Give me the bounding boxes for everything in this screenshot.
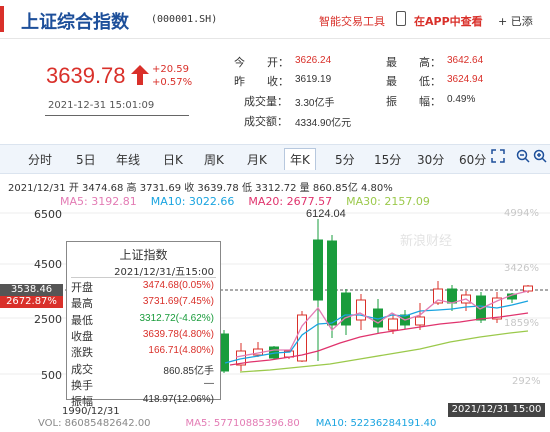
candle-body xyxy=(356,299,366,321)
watermark-text: 新浪财经 xyxy=(400,233,452,249)
right-label-292: 292% xyxy=(512,376,541,387)
tooltip-row-label: 开盘 xyxy=(71,281,93,294)
period-tabs: 分时 5日 年线 日K 周K 月K 年K 5分 15分 30分 60分 xyxy=(0,144,550,174)
vol-value: VOL: 86085482642.00 xyxy=(38,418,151,429)
period-tab[interactable]: 分时 xyxy=(28,151,52,168)
added-button[interactable]: + 已添 xyxy=(498,13,533,29)
y-label-500: 500 xyxy=(41,369,62,382)
quote-field-value: 3624.94 xyxy=(447,74,484,85)
quote-field-value: 3626.24 xyxy=(295,55,332,66)
end-date-tag: 2021/12/31 15:00 xyxy=(448,403,545,417)
phone-icon xyxy=(396,11,406,26)
candles xyxy=(219,219,533,373)
up-arrow-icon xyxy=(131,65,149,85)
tooltip-row-value: 3639.78(4.80%) xyxy=(142,328,214,340)
ma30-line xyxy=(239,330,529,373)
period-tab[interactable]: 30分 xyxy=(417,151,444,168)
current-price-tag: 3538.46 xyxy=(0,284,63,296)
price-change: +20.59 +0.57% xyxy=(152,63,192,89)
tooltip-row-value: 3312.72(-4.62%) xyxy=(139,312,215,324)
tooltip-row-value: 3731.69(7.45%) xyxy=(142,296,214,308)
period-tab[interactable]: 周K xyxy=(204,151,224,168)
quote-field-label: 成交量： xyxy=(244,95,288,108)
right-label-1859: 1859% xyxy=(504,318,539,329)
period-tab[interactable]: 日K xyxy=(163,151,183,168)
ohlc-info-line: 2021/12/31 开 3474.68 高 3731.69 收 3639.78… xyxy=(8,183,393,194)
candle-body xyxy=(447,288,457,304)
tooltip-row-label: 成交 xyxy=(71,362,93,376)
volume-info: VOL: 86085482642.00 MA5: 57710885396.80 … xyxy=(38,418,436,429)
tooltip-row-label: 换手 xyxy=(71,378,93,392)
datetime-underline xyxy=(45,115,189,116)
tooltip-row-label: 最低 xyxy=(71,313,93,327)
candle-body xyxy=(313,239,323,301)
tooltip-date: 2021/12/31/五15:00 xyxy=(114,267,214,278)
stock-code: (000001.SH) xyxy=(151,14,218,25)
period-tab[interactable]: 5分 xyxy=(335,151,355,168)
tooltip-row-value: — xyxy=(204,377,214,389)
quote-field-label: 振 幅： xyxy=(386,95,441,108)
view-in-app-link[interactable]: 在APP中查看 xyxy=(414,13,483,29)
tooltip-divider xyxy=(71,277,216,278)
quote-field-value: 3.30亿手 xyxy=(295,98,335,109)
tooltip-row-value: 860.85亿手 xyxy=(163,365,214,377)
max-price-label: 6124.04 xyxy=(306,208,346,220)
kline-tooltip: 上证指数 2021/12/31/五15:00 开盘 3474.68(0.05%) 最… xyxy=(66,241,221,408)
change-percent: +0.57% xyxy=(152,77,193,88)
right-label-3426: 3426% xyxy=(504,263,539,274)
right-label-4994: 4994% xyxy=(504,208,539,219)
tooltip-row-label: 最高 xyxy=(71,297,93,311)
tooltip-row-label: 振幅 xyxy=(71,395,93,409)
vol-ma10: MA10: 52236284191.40 xyxy=(315,418,437,429)
tooltip-row-value: 418.97(12.06%) xyxy=(142,394,214,406)
period-tab[interactable]: 年线 xyxy=(116,151,140,168)
change-value: +20.59 xyxy=(152,64,190,75)
quote-field-label: 最 高： xyxy=(386,56,441,69)
period-tab[interactable]: 月K xyxy=(247,151,267,168)
accent-bar xyxy=(0,6,4,32)
smart-trade-tool-link[interactable]: 智能交易工具 xyxy=(319,13,385,29)
quote-field-label: 今 开： xyxy=(234,56,289,69)
current-percent-tag: 2672.87% xyxy=(0,296,63,308)
tooltip-title: 上证指数 xyxy=(119,248,168,262)
vol-ma5: MA5: 57710885396.80 xyxy=(185,418,300,429)
tooltip-row-label: 涨跌 xyxy=(71,346,93,360)
tooltip-row-value: 3474.68(0.05%) xyxy=(142,280,214,291)
zoom-in-icon[interactable] xyxy=(533,149,547,163)
quote-field-label: 最 低： xyxy=(386,75,441,88)
tooltip-row-value: 166.71(4.80%) xyxy=(148,345,214,357)
quote-field-value: 3619.19 xyxy=(295,74,332,85)
quote-field-value: 3642.64 xyxy=(447,55,484,66)
y-label-4500: 4500 xyxy=(34,258,62,271)
y-label-2500: 2500 xyxy=(34,313,62,326)
y-label-6500: 6500 xyxy=(34,208,62,221)
tooltip-row-label: 收盘 xyxy=(71,329,93,343)
page-title: 上证综合指数 xyxy=(21,12,129,33)
quote-field-label: 昨 收： xyxy=(234,75,289,88)
period-tab[interactable]: 15分 xyxy=(374,151,401,168)
candle-body xyxy=(523,285,533,292)
period-tab[interactable]: 5日 xyxy=(76,151,96,168)
header-divider xyxy=(0,38,550,39)
fullscreen-icon[interactable] xyxy=(491,149,505,163)
current-price: 3639.78 xyxy=(46,63,126,88)
quote-field-label: 成交额： xyxy=(244,115,288,128)
period-tab[interactable]: 60分 xyxy=(459,151,486,168)
quote-field-value: 0.49% xyxy=(447,94,476,105)
quote-datetime: 2021-12-31 15:01:09 xyxy=(48,100,155,111)
zoom-out-icon[interactable] xyxy=(516,149,530,163)
candle-body xyxy=(415,316,425,326)
period-tab[interactable]: 年K xyxy=(284,148,316,170)
quote-field-value: 4334.90亿元 xyxy=(295,118,352,129)
candle-body xyxy=(327,240,337,326)
candle-body xyxy=(388,318,398,331)
